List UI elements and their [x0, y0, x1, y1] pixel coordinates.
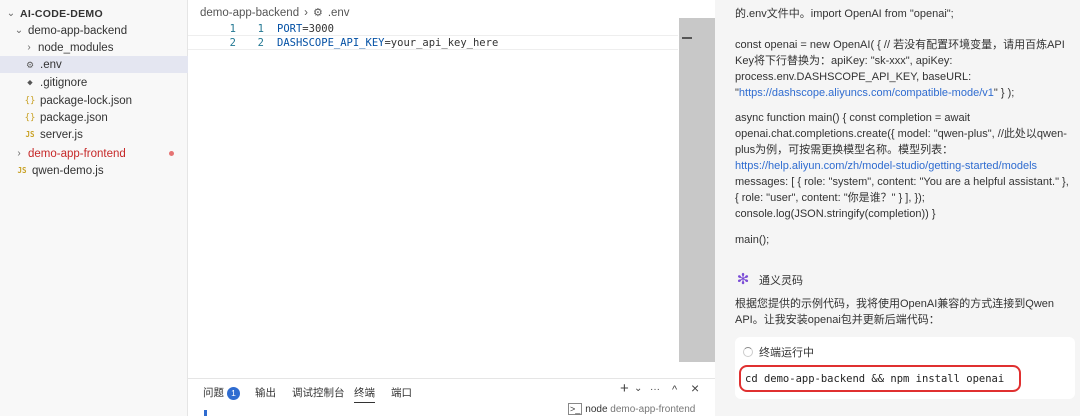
line-number: 2 — [257, 36, 264, 49]
more-icon[interactable]: ··· — [650, 384, 660, 395]
chat-text-segment: async function main() { const completion… — [735, 112, 1067, 156]
terminal-command[interactable]: cd demo-app-backend && npm install opena… — [739, 365, 1021, 392]
env-value: your_api_key_here — [390, 36, 499, 49]
tree-item-label: demo-app-backend — [28, 24, 128, 37]
json-icon: {} — [24, 112, 36, 123]
tree-item-label: qwen-demo.js — [32, 164, 104, 177]
tree-item-gitignore[interactable]: ◆ .gitignore — [0, 74, 188, 91]
code-text: DASHSCOPE_API_KEY=your_api_key_here — [277, 37, 498, 49]
loading-spinner-icon — [743, 347, 753, 357]
json-icon: {} — [24, 95, 36, 106]
terminal-instance-tab[interactable]: >_ node demo-app-frontend — [568, 403, 696, 415]
chat-panel: 的.env文件中。import OpenAI from "openai"; co… — [715, 0, 1080, 416]
workspace-name: AI-CODE-DEMO — [20, 7, 103, 20]
chat-link[interactable]: https://dashscope.aliyuncs.com/compatibl… — [739, 87, 994, 99]
gear-icon: ⚙ — [26, 58, 34, 71]
problems-count-badge: 1 — [227, 387, 240, 400]
terminal-status: 终端运行中 — [743, 344, 814, 360]
gear-icon: ⚙ — [312, 7, 323, 19]
chevron-down-icon: ⌄ — [14, 25, 24, 36]
terminal-shell: node — [585, 404, 608, 415]
code-editor[interactable]: demo-app-backend › ⚙ .env 1 1 PORT=3000 … — [188, 0, 715, 378]
tree-item-node-modules[interactable]: › node_modules — [0, 39, 188, 56]
env-key: PORT — [277, 22, 303, 35]
tree-item-demo-app-frontend[interactable]: › demo-app-frontend — [0, 145, 188, 162]
tongyi-logo-icon: ✻ — [736, 271, 750, 288]
tree-item-label: .gitignore — [40, 76, 88, 89]
terminal-status-label: 终端运行中 — [759, 347, 814, 359]
editor-scrollbar[interactable] — [679, 18, 715, 362]
line-number: 1 — [257, 22, 264, 35]
tree-item-label: .env — [40, 58, 62, 71]
line-number: 1 — [229, 22, 236, 35]
terminal-card: 终端运行中 cd demo-app-backend && npm install… — [735, 337, 1075, 399]
tree-item-qwen-demo-js[interactable]: JS qwen-demo.js — [0, 162, 188, 179]
tree-item-label: package-lock.json — [40, 94, 133, 107]
chevron-right-icon: › — [17, 148, 21, 159]
tree-item-label: package.json — [40, 111, 108, 124]
bottom-panel: 问题 1 输出 调试控制台 终端 端口 + ⌄ ··· ^ × >_ node de… — [188, 378, 715, 416]
code-text: PORT=3000 — [277, 23, 334, 35]
tree-item-label: demo-app-frontend — [28, 147, 126, 160]
breadcrumb: demo-app-backend › ⚙ .env — [200, 6, 350, 20]
javascript-icon: JS — [25, 130, 35, 139]
tab-problems[interactable]: 问题 1 — [203, 385, 240, 400]
tree-item-env[interactable]: ⚙ .env — [0, 56, 188, 73]
breadcrumb-folder[interactable]: demo-app-backend — [200, 7, 299, 19]
chat-text: 的.env文件中。import OpenAI from "openai"; — [735, 8, 954, 20]
chat-text-segment: messages: [ { role: "system", content: "… — [735, 176, 1069, 220]
add-terminal-icon[interactable]: + — [620, 380, 629, 397]
code-line[interactable]: 1 1 PORT=3000 — [188, 21, 678, 36]
agent-name: 通义灵码 — [759, 275, 803, 287]
tab-debug-console[interactable]: 调试控制台 — [292, 385, 345, 400]
chat-text: async function main() { const completion… — [735, 110, 1075, 222]
javascript-icon: JS — [17, 166, 27, 175]
tree-item-package-lock-json[interactable]: {} package-lock.json — [0, 92, 188, 109]
chevron-down-icon: ⌄ — [6, 8, 16, 19]
tab-label: 问题 — [203, 387, 224, 399]
tree-item-package-json[interactable]: {} package.json — [0, 109, 188, 126]
terminal-cursor — [204, 410, 207, 416]
env-value: 3000 — [308, 22, 334, 35]
chevron-down-icon[interactable]: ⌄ — [634, 383, 642, 394]
tree-item-label: node_modules — [38, 41, 114, 54]
chat-text: main(); — [735, 234, 770, 246]
agent-header: ✻ 通义灵码 — [735, 272, 803, 288]
env-key: DASHSCOPE_API_KEY — [277, 36, 385, 49]
tab-ports[interactable]: 端口 — [391, 385, 412, 400]
tree-item-demo-app-backend[interactable]: ⌄ demo-app-backend — [0, 22, 188, 39]
scrollbar-cursor-marker — [682, 37, 692, 39]
terminal-icon: >_ — [568, 403, 583, 415]
close-icon[interactable]: × — [691, 380, 699, 396]
line-number: 2 — [229, 36, 236, 49]
modified-dot-icon — [169, 151, 174, 156]
chat-link[interactable]: https://help.aliyun.com/zh/model-studio/… — [735, 160, 1037, 172]
breadcrumb-file[interactable]: .env — [328, 7, 350, 19]
chat-text: const openai = new OpenAI( { // 若没有配置环境变… — [735, 37, 1075, 101]
tree-item-server-js[interactable]: JS server.js — [0, 126, 188, 143]
git-icon: ◆ — [27, 77, 33, 88]
chat-text-segment: " } ); — [993, 87, 1015, 99]
agent-message: 根据您提供的示例代码，我将使用OpenAI兼容的方式连接到Qwen API。让我… — [735, 298, 1055, 326]
terminal-name: demo-app-frontend — [610, 404, 696, 415]
tab-output[interactable]: 输出 — [255, 385, 276, 400]
chevron-right-icon: › — [27, 42, 31, 53]
explorer-sidebar: ⌄ AI-CODE-DEMO ⌄ demo-app-backend › node… — [0, 0, 188, 416]
maximize-panel-icon[interactable]: ^ — [672, 384, 677, 396]
tree-item-label: server.js — [40, 128, 83, 141]
code-line[interactable]: 2 2 DASHSCOPE_API_KEY=your_api_key_here — [188, 35, 678, 50]
tab-terminal[interactable]: 终端 — [354, 385, 375, 403]
breadcrumb-separator: › — [304, 6, 308, 19]
explorer-root[interactable]: ⌄ AI-CODE-DEMO — [0, 5, 188, 22]
